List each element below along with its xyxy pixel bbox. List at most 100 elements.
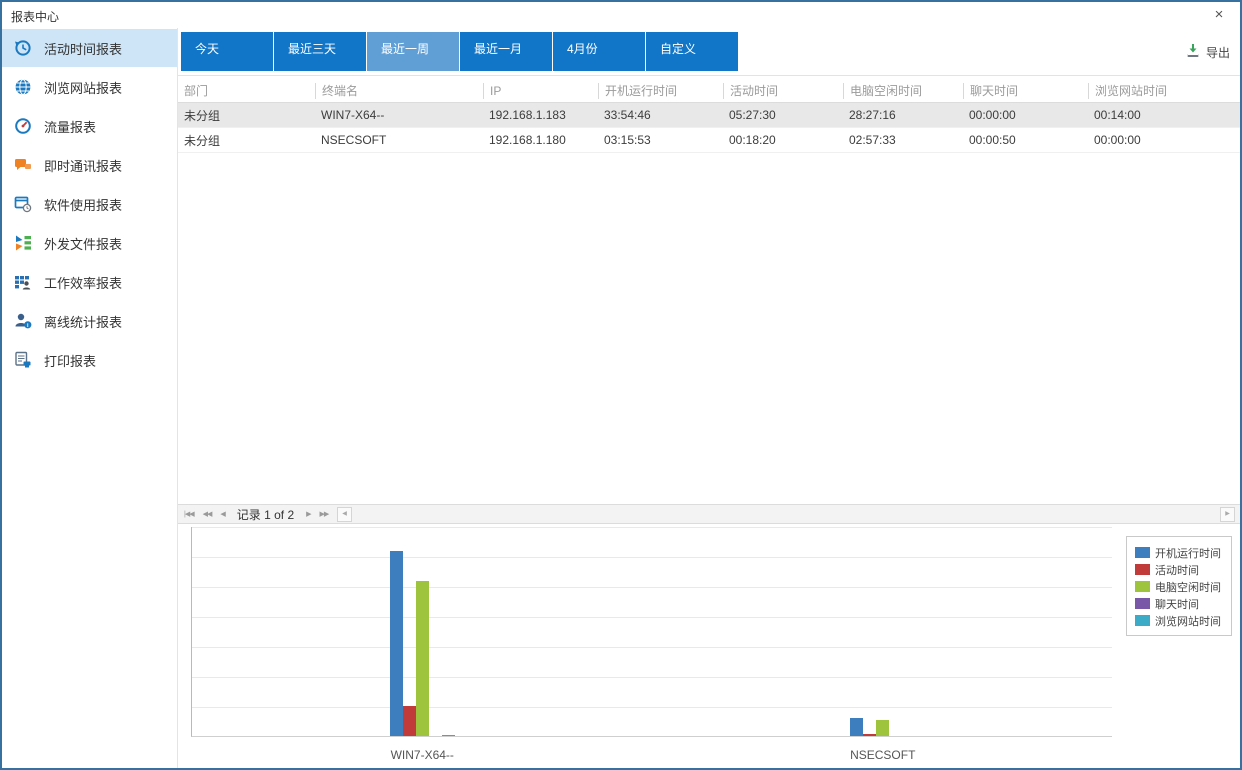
table-row[interactable]: 未分组WIN7-X64--192.168.1.18333:54:4605:27:… [178,103,1240,128]
table-row[interactable]: 未分组NSECSOFT192.168.1.18003:15:5300:18:20… [178,128,1240,153]
date-tab-3[interactable]: 最近一周 [367,32,459,71]
legend-label: 聊天时间 [1155,596,1199,612]
sidebar-item-label: 外发文件报表 [44,234,122,253]
legend-label: 浏览网站时间 [1155,613,1221,629]
chart-bar [442,735,455,736]
legend-item: 聊天时间 [1135,595,1225,612]
sidebar-item-label: 即时通讯报表 [44,156,122,175]
date-tab-4[interactable]: 最近一月 [460,32,552,71]
date-tab-6[interactable]: 自定义 [646,32,738,71]
chart-bar [403,706,416,736]
sidebar-item-label: 浏览网站报表 [44,78,122,97]
export-label: 导出 [1206,44,1230,61]
date-tab-5[interactable]: 4月份 [553,32,645,71]
column-header[interactable]: IP [483,83,598,99]
chart-plot-area: WIN7-X64--NSECSOFT [191,527,1112,737]
table-cell: 未分组 [178,107,315,124]
date-tab-1[interactable]: 今天 [181,32,273,71]
prev-page-button[interactable]: ◀ [220,510,224,518]
table-cell: 00:18:20 [723,133,843,147]
legend-swatch [1135,581,1150,592]
record-count-label: 记录 1 of 2 [237,506,294,523]
legend-label: 活动时间 [1155,562,1199,578]
outgoing-files-icon [14,234,32,252]
table-cell: 28:27:16 [843,108,963,122]
sidebar-item-3[interactable]: 流量报表 [2,107,177,145]
first-page-button[interactable]: |◀◀ [184,510,194,518]
legend-label: 开机运行时间 [1155,545,1221,561]
table-cell: 00:00:50 [963,133,1088,147]
legend-swatch [1135,615,1150,626]
column-header[interactable]: 终端名 [315,83,483,99]
sidebar-item-6[interactable]: 外发文件报表 [2,224,177,262]
table-cell: 192.168.1.183 [483,108,598,122]
legend-label: 电脑空闲时间 [1155,579,1221,595]
legend-item: 活动时间 [1135,561,1225,578]
next-page-button[interactable]: ▶ [306,510,310,518]
activity-time-bar-chart: WIN7-X64--NSECSOFT 开机运行时间活动时间电脑空闲时间聊天时间浏… [178,524,1240,768]
date-tab-2[interactable]: 最近三天 [274,32,366,71]
date-filter-tabbar: 导出 今天最近三天最近一周最近一月4月份自定义 [178,28,1240,76]
software-icon [14,195,32,213]
export-button[interactable]: 导出 [1185,41,1230,63]
next-group-button[interactable]: ▶▶ [320,510,329,518]
report-center-window: 报表中心 × 活动时间报表浏览网站报表流量报表即时通讯报表软件使用报表外发文件报… [0,0,1242,770]
chart-legend: 开机运行时间活动时间电脑空闲时间聊天时间浏览网站时间 [1126,536,1232,636]
pager-controls: |◀◀ ◀◀ ◀ 记录 1 of 2 ▶ ▶▶ ▶▶| [184,505,347,523]
main-panel: 导出 今天最近三天最近一周最近一月4月份自定义 部门终端名IP开机运行时间活动时… [178,28,1240,768]
legend-swatch [1135,547,1150,558]
hscroll-right-arrow[interactable]: ▶ [1220,507,1235,522]
column-header[interactable]: 部门 [178,83,315,99]
column-header[interactable]: 活动时间 [723,83,843,99]
chart-category-label: WIN7-X64-- [322,748,522,762]
column-header[interactable]: 电脑空闲时间 [843,83,963,99]
offline-stats-icon: i [14,312,32,330]
chart-bar [876,720,889,736]
hscroll-left-arrow[interactable]: ◀ [337,507,352,522]
table-cell: 03:15:53 [598,133,723,147]
window-title: 报表中心 [11,8,59,25]
sidebar-item-9[interactable]: 打印报表 [2,341,177,379]
column-header[interactable]: 聊天时间 [963,83,1088,99]
legend-swatch [1135,598,1150,609]
sidebar-item-8[interactable]: i 离线统计报表 [2,302,177,340]
sidebar-item-label: 离线统计报表 [44,312,122,331]
sidebar-item-5[interactable]: 软件使用报表 [2,185,177,223]
chart-category-label: NSECSOFT [783,748,983,762]
close-icon[interactable]: × [1208,5,1230,25]
prev-group-button[interactable]: ◀◀ [203,510,212,518]
print-icon [14,351,32,369]
pagination-bar: |◀◀ ◀◀ ◀ 记录 1 of 2 ▶ ▶▶ ▶▶| ◀ ▶ [178,504,1240,524]
sidebar-item-2[interactable]: 浏览网站报表 [2,68,177,106]
table-cell: NSECSOFT [315,133,483,147]
sidebar: 活动时间报表浏览网站报表流量报表即时通讯报表软件使用报表外发文件报表工作效率报表… [2,28,178,768]
column-header[interactable]: 浏览网站时间 [1088,83,1240,99]
sidebar-item-7[interactable]: 工作效率报表 [2,263,177,301]
chart-gridline [192,707,1112,708]
chart-gridline [192,527,1112,528]
sidebar-item-label: 活动时间报表 [44,39,122,58]
table-cell: 00:00:00 [1088,133,1240,147]
legend-item: 浏览网站时间 [1135,612,1225,629]
sidebar-item-label: 工作效率报表 [44,273,122,292]
sidebar-item-label: 打印报表 [44,351,96,370]
table-cell: 05:27:30 [723,108,843,122]
sidebar-item-4[interactable]: 即时通讯报表 [2,146,177,184]
legend-item: 电脑空闲时间 [1135,578,1225,595]
column-header[interactable]: 开机运行时间 [598,83,723,99]
efficiency-icon [14,273,32,291]
chart-gridline [192,587,1112,588]
chart-gridline [192,557,1112,558]
sidebar-item-1[interactable]: 活动时间报表 [2,29,177,67]
chart-bar [863,734,876,736]
globe-icon [14,78,32,96]
sidebar-item-label: 流量报表 [44,117,96,136]
table-cell: 192.168.1.180 [483,133,598,147]
results-table: 部门终端名IP开机运行时间活动时间电脑空闲时间聊天时间浏览网站时间 未分组WIN… [178,79,1240,153]
export-download-icon [1185,43,1201,61]
chart-gridline [192,647,1112,648]
legend-swatch [1135,564,1150,575]
table-cell: 未分组 [178,132,315,149]
chart-bar [416,581,429,736]
sidebar-item-label: 软件使用报表 [44,195,122,214]
